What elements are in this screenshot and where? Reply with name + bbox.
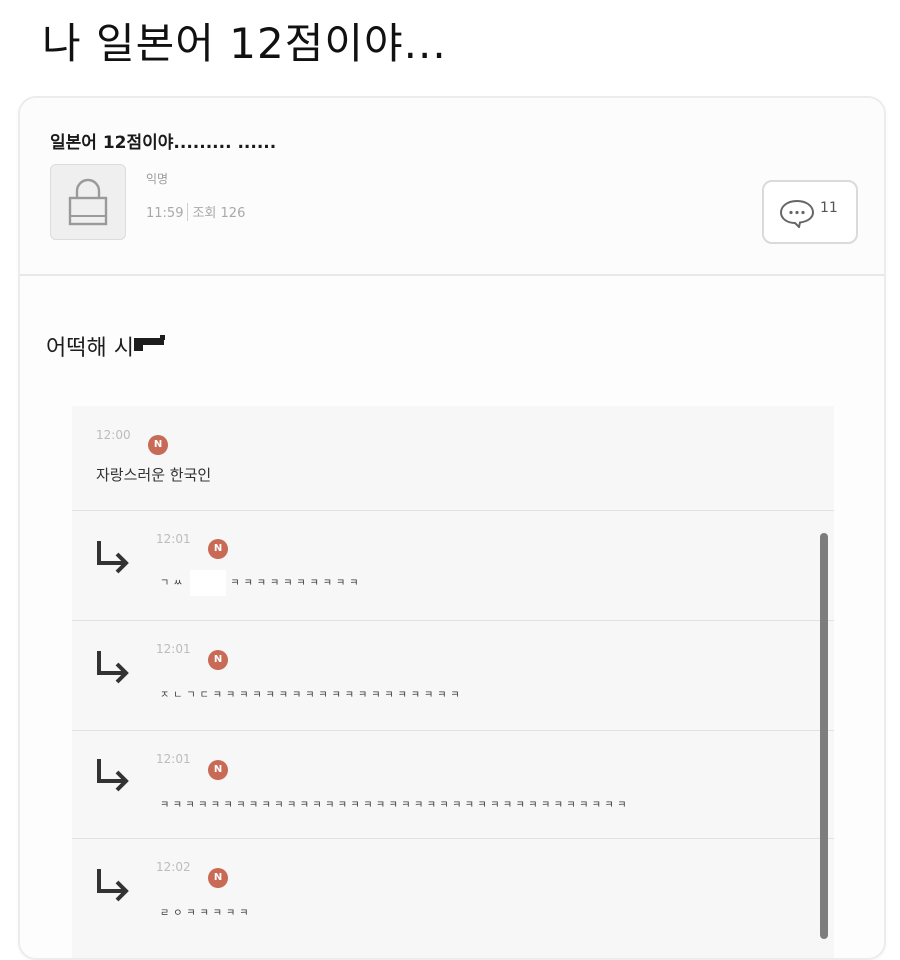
comment-reply: 12:01 N ㄱㅆ ㅋㅋㅋㅋㅋㅋㅋㅋㅋㅋ [72,510,834,621]
comment-text: 자랑스러운 한국인 [96,466,212,484]
comment-time: 12:01 [156,642,191,656]
comment-count: 11 [820,200,838,216]
new-badge: N [208,760,228,780]
comment-text-after: ㅋㅋㅋㅋㅋㅋㅋㅋㅋㅋ [230,578,363,589]
comment-time: 12:01 [156,752,191,766]
new-badge: N [208,868,228,888]
scrollbar[interactable] [820,533,828,939]
reply-arrow-icon [97,651,129,684]
lock-icon [68,178,108,226]
reply-arrow-icon [97,869,129,902]
comment-reply: 12:01 N ㅈㄴㄱㄷㅋㅋㅋㅋㅋㅋㅋㅋㅋㅋㅋㅋㅋㅋㅋㅋㅋㅋㅋ [72,620,834,731]
comment-list: 12:00 N 자랑스러운 한국인 12:01 N ㄱㅆ ㅋㅋㅋㅋㅋㅋㅋㅋㅋㅋ 1… [72,406,834,958]
meta-divider [187,203,189,221]
reply-arrow-icon [97,759,129,792]
comment-time: 12:00 [96,428,131,442]
comment-text-before: ㄱㅆ [160,578,187,589]
new-badge: N [208,650,228,670]
speech-bubble-icon [779,199,815,228]
comment-text: ㄱㅆ ㅋㅋㅋㅋㅋㅋㅋㅋㅋㅋ [160,570,362,596]
author-name: 익명 [146,172,169,186]
post-meta: 11:59 조회 126 [146,202,245,221]
avatar [50,164,126,240]
comment-text: ㅈㄴㄱㄷㅋㅋㅋㅋㅋㅋㅋㅋㅋㅋㅋㅋㅋㅋㅋㅋㅋㅋㅋ [160,690,464,701]
new-badge: N [208,539,228,559]
headline: 나 일본어 12점이야... [42,19,447,68]
comment-button[interactable]: 11 [762,180,858,244]
comment-reply: 12:02 N ㄹㅇㅋㅋㅋㅋㅋ [72,838,834,958]
redaction-mark [133,335,165,351]
post-title[interactable]: 일본어 12점이야......... ...... [50,128,276,153]
reply-arrow-icon [97,541,129,574]
new-badge: N [148,435,168,455]
comment-reply: 12:01 N ㅋㅋㅋㅋㅋㅋㅋㅋㅋㅋㅋㅋㅋㅋㅋㅋㅋㅋㅋㅋㅋㅋㅋㅋㅋㅋㅋㅋㅋㅋㅋㅋ… [72,730,834,839]
comment-time: 12:01 [156,532,191,546]
comment-text: ㄹㅇㅋㅋㅋㅋㅋ [160,908,253,919]
post-header: 일본어 12점이야......... ...... 익명 11:59 조회 126… [20,98,884,276]
post-body-text: 어떡해 시 [46,336,134,361]
redaction-block [190,570,227,596]
comment-item: 12:00 N 자랑스러운 한국인 [72,406,834,511]
post-body: 어떡해 시 [46,330,168,362]
comment-text: ㅋㅋㅋㅋㅋㅋㅋㅋㅋㅋㅋㅋㅋㅋㅋㅋㅋㅋㅋㅋㅋㅋㅋㅋㅋㅋㅋㅋㅋㅋㅋㅋㅋㅋㅋㅋㅋ [160,800,630,811]
comment-time: 12:02 [156,860,191,874]
post-card: 일본어 12점이야......... ...... 익명 11:59 조회 126… [18,96,886,960]
post-time: 11:59 [146,206,184,221]
post-views: 조회 126 [192,206,246,221]
